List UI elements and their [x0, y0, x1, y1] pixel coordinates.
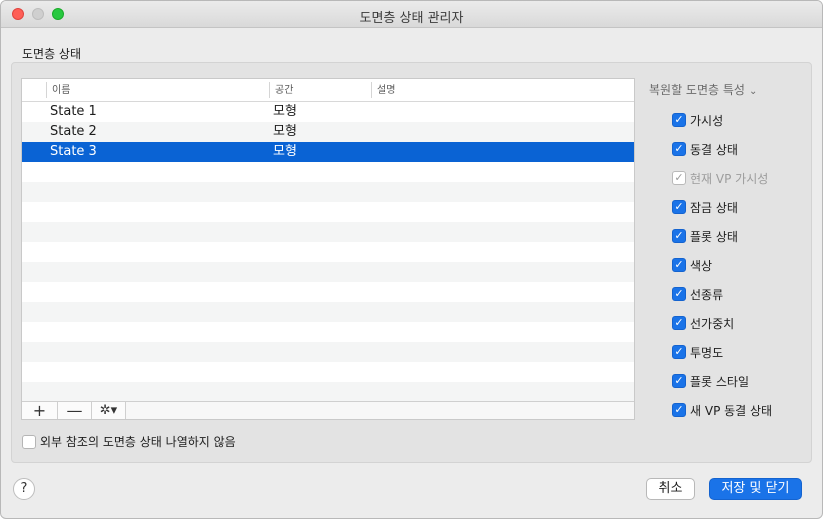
restore-properties-dropdown[interactable]: 복원할 도면층 특성 ⌄ — [649, 81, 757, 98]
table-header: 이름 공간 설명 — [22, 79, 634, 102]
table-row[interactable]: State 2 모형 — [22, 122, 634, 142]
checkbox-label: 동결 상태 — [690, 143, 738, 157]
chevron-down-icon: ⌄ — [748, 86, 758, 97]
empty-row — [22, 382, 634, 402]
row-name: State 2 — [50, 124, 97, 139]
empty-row — [22, 162, 634, 182]
checkbox-label: 색상 — [690, 259, 713, 273]
row-description — [377, 122, 627, 142]
row-name: State 3 — [50, 144, 97, 159]
checkmark-icon: ✓ — [672, 142, 686, 156]
row-name: State 1 — [50, 104, 97, 119]
table-row-selected[interactable]: State 3 모형 — [22, 142, 634, 162]
row-description — [377, 102, 627, 122]
empty-row — [22, 322, 634, 342]
empty-row — [22, 282, 634, 302]
empty-row — [22, 182, 634, 202]
title-bar[interactable]: 도면층 상태 관리자 — [1, 1, 822, 28]
checkmark-icon: ✓ — [672, 229, 686, 243]
row-space: 모형 — [273, 124, 297, 139]
checkbox-label: 가시성 — [690, 114, 724, 128]
row-space: 모형 — [273, 104, 297, 119]
checkbox-box — [22, 435, 36, 449]
table-row[interactable]: State 1 모형 — [22, 102, 634, 122]
checkbox-label: 플롯 상태 — [690, 230, 738, 244]
restore-properties-label: 복원할 도면층 특성 — [649, 83, 745, 97]
empty-row — [22, 262, 634, 282]
checkmark-icon: ✓ — [672, 374, 686, 388]
empty-row — [22, 222, 634, 242]
column-header-space[interactable]: 공간 — [271, 79, 371, 102]
checkmark-icon: ✓ — [672, 287, 686, 301]
cancel-button[interactable]: 취소 — [646, 478, 695, 500]
checkbox-label: 투명도 — [690, 346, 724, 360]
checkmark-icon: ✓ — [672, 113, 686, 127]
empty-row — [22, 242, 634, 262]
remove-state-button[interactable]: — — [58, 402, 92, 419]
column-header-name[interactable]: 이름 — [48, 79, 270, 102]
checkmark-icon: ✓ — [672, 171, 686, 185]
checkbox-label: 선가중치 — [690, 317, 735, 331]
layer-states-table: 이름 공간 설명 State 1 모형 State 2 모형 State 3 모… — [21, 78, 635, 420]
column-separator — [371, 82, 372, 98]
row-description — [377, 142, 627, 162]
checkmark-icon: ✓ — [672, 200, 686, 214]
row-space: 모형 — [273, 144, 297, 159]
checkmark-icon: ✓ — [672, 403, 686, 417]
checkbox-label: 외부 참조의 도면층 상태 나열하지 않음 — [40, 435, 236, 449]
column-header-description[interactable]: 설명 — [373, 79, 623, 102]
empty-row — [22, 342, 634, 362]
help-button[interactable]: ? — [13, 478, 35, 500]
save-and-close-button[interactable]: 저장 및 닫기 — [709, 478, 802, 500]
add-state-button[interactable]: + — [22, 402, 58, 419]
checkbox-label: 선종류 — [690, 288, 724, 302]
checkmark-icon: ✓ — [672, 258, 686, 272]
checkbox-label: 잠금 상태 — [690, 201, 738, 215]
section-label: 도면층 상태 — [22, 47, 82, 61]
column-separator — [46, 82, 47, 98]
empty-row — [22, 362, 634, 382]
gear-menu-button[interactable]: ✲▾ — [92, 402, 126, 419]
layer-states-manager-window: 도면층 상태 관리자 도면층 상태 이름 공간 설명 State 1 모형 St… — [0, 0, 823, 519]
empty-row — [22, 202, 634, 222]
checkbox-label: 플롯 스타일 — [690, 375, 750, 389]
checkbox-label: 새 VP 동결 상태 — [690, 404, 773, 418]
checkbox-label: 현재 VP 가시성 — [690, 172, 769, 186]
empty-row — [22, 302, 634, 322]
table-footer-toolbar: + — ✲▾ — [22, 401, 634, 419]
checkmark-icon: ✓ — [672, 316, 686, 330]
column-separator — [269, 82, 270, 98]
window-title: 도면층 상태 관리자 — [359, 11, 464, 26]
checkmark-icon: ✓ — [672, 345, 686, 359]
